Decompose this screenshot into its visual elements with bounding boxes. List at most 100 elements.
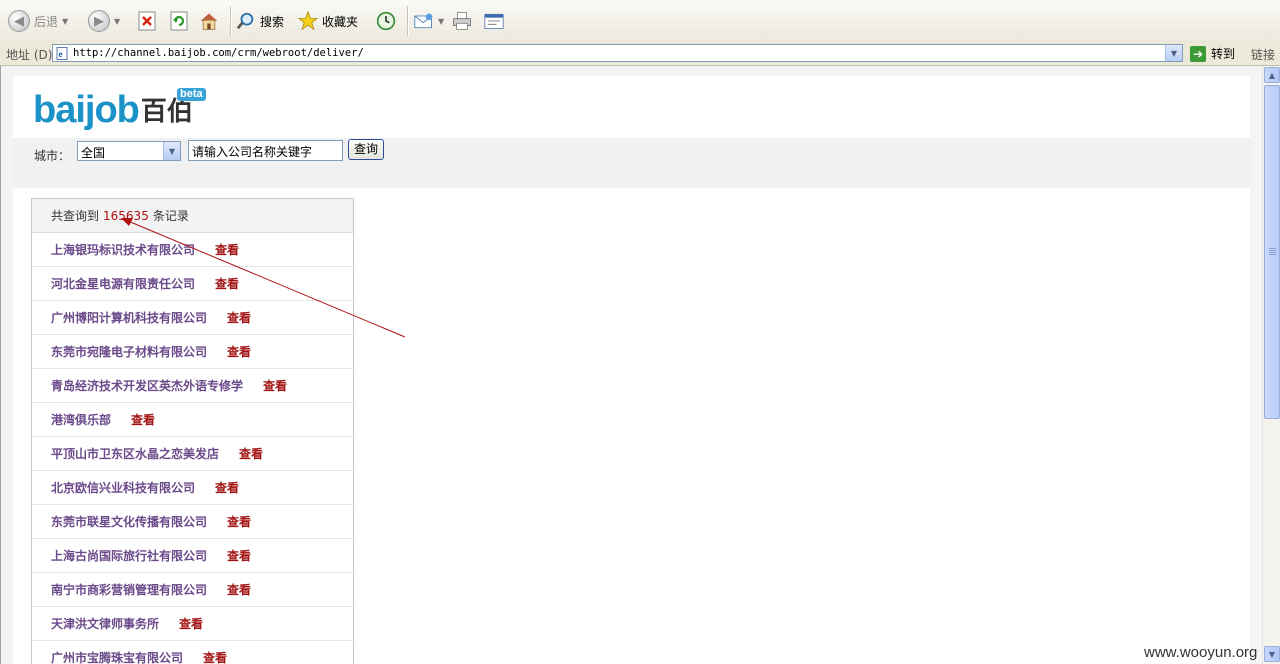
edit-button[interactable]: [484, 7, 504, 35]
company-link[interactable]: 东莞市宛隆电子材料有限公司: [51, 343, 207, 360]
back-arrow-icon: ◀: [8, 10, 30, 32]
go-label: 转到: [1211, 47, 1236, 61]
home-button[interactable]: [199, 7, 219, 35]
site-logo[interactable]: baijob 百伯 beta: [33, 86, 206, 131]
list-item: 南宁市商彩营销管理有限公司 查看: [32, 573, 353, 607]
address-label: 地址 (D): [6, 48, 53, 62]
city-select-value: 全国: [81, 146, 106, 160]
stop-icon: [137, 11, 157, 31]
company-link[interactable]: 河北金星电源有限责任公司: [51, 275, 195, 292]
company-link[interactable]: 上海银玛标识技术有限公司: [51, 241, 195, 258]
go-arrow-icon: ➔: [1190, 45, 1206, 62]
page-margin-right: [1250, 66, 1262, 664]
go-button[interactable]: ➔ 转到: [1190, 45, 1235, 62]
company-link[interactable]: 天津洪文律师事务所: [51, 615, 159, 632]
view-link[interactable]: 查看: [203, 649, 227, 664]
list-item: 上海银玛标识技术有限公司 查看: [32, 233, 353, 267]
result-count: 165635: [103, 208, 149, 223]
address-url: http://channel.baijob.com/crm/webroot/de…: [73, 47, 364, 59]
result-list: 共查询到 165635 条记录 上海银玛标识技术有限公司 查看 河北金星电源有限责任…: [31, 198, 354, 664]
links-label[interactable]: 链接: [1251, 46, 1275, 63]
result-suffix: 条记录: [152, 209, 189, 223]
company-link[interactable]: 南宁市商彩营销管理有限公司: [51, 581, 207, 598]
city-label: 城市：: [34, 149, 71, 163]
scrollbar-thumb[interactable]: [1264, 85, 1280, 419]
search-button[interactable]: 搜索: [236, 7, 284, 35]
chevron-down-icon: ▼: [163, 142, 180, 160]
page-margin-left: [1, 66, 13, 664]
stop-button[interactable]: [137, 7, 157, 35]
search-label: 搜索: [260, 14, 285, 29]
query-button[interactable]: 查询: [348, 139, 384, 160]
list-item: 广州博阳计算机科技有限公司 查看: [32, 301, 353, 335]
list-item: 青岛经济技术开发区英杰外语专修学 查看: [32, 369, 353, 403]
view-link[interactable]: 查看: [179, 615, 203, 632]
favorites-label: 收藏夹: [322, 14, 359, 29]
list-item: 广州市宝腾珠宝有限公司 查看: [32, 641, 353, 664]
view-link[interactable]: 查看: [227, 309, 251, 326]
list-item: 东莞市宛隆电子材料有限公司 查看: [32, 335, 353, 369]
view-link[interactable]: 查看: [215, 241, 239, 258]
favorites-button[interactable]: 收藏夹: [298, 7, 358, 35]
toolbar-separator: [230, 6, 232, 36]
history-icon: [376, 11, 396, 31]
view-link[interactable]: 查看: [263, 377, 287, 394]
history-button[interactable]: [376, 7, 396, 35]
address-bar: 地址 (D) e http://channel.baijob.com/crm/w…: [0, 42, 1280, 66]
result-summary: 共查询到 165635 条记录: [32, 199, 353, 233]
svg-text:e: e: [59, 49, 63, 59]
company-link[interactable]: 广州博阳计算机科技有限公司: [51, 309, 207, 326]
list-item: 平顶山市卫东区水晶之恋美发店 查看: [32, 437, 353, 471]
view-link[interactable]: 查看: [227, 581, 251, 598]
grip-icon: [1269, 248, 1276, 249]
address-input[interactable]: e http://channel.baijob.com/crm/webroot/…: [52, 44, 1183, 62]
forward-arrow-icon: ▶: [88, 10, 110, 32]
printer-icon: [452, 11, 472, 31]
view-link[interactable]: 查看: [131, 411, 155, 428]
list-item: 上海古尚国际旅行社有限公司 查看: [32, 539, 353, 573]
city-select[interactable]: 全国 ▼: [77, 141, 181, 161]
address-dropdown-icon[interactable]: ▼: [1165, 45, 1182, 61]
search-bar: 城市： 全国 ▼ 请输入公司名称关键字 查询: [13, 138, 1250, 188]
list-item: 东莞市联星文化传播有限公司 查看: [32, 505, 353, 539]
company-link[interactable]: 平顶山市卫东区水晶之恋美发店: [51, 445, 219, 462]
list-item: 天津洪文律师事务所 查看: [32, 607, 353, 641]
print-button[interactable]: [452, 7, 472, 35]
company-link[interactable]: 上海古尚国际旅行社有限公司: [51, 547, 207, 564]
view-link[interactable]: 查看: [215, 275, 239, 292]
mail-icon: [414, 11, 434, 31]
toolbar-separator: [407, 6, 409, 36]
forward-button[interactable]: ▶ ▼: [88, 7, 120, 35]
company-link[interactable]: 北京欧信兴业科技有限公司: [51, 479, 195, 496]
list-item: 河北金星电源有限责任公司 查看: [32, 267, 353, 301]
mail-dropdown-icon[interactable]: ▼: [438, 17, 444, 26]
beta-badge: beta: [177, 88, 206, 101]
forward-dropdown-icon[interactable]: ▼: [114, 17, 120, 26]
company-link[interactable]: 青岛经济技术开发区英杰外语专修学: [51, 377, 243, 394]
scroll-up-icon[interactable]: ▲: [1264, 67, 1280, 83]
view-link[interactable]: 查看: [227, 343, 251, 360]
company-link[interactable]: 东莞市联星文化传播有限公司: [51, 513, 207, 530]
back-label: 后退: [34, 14, 59, 29]
home-icon: [199, 11, 219, 31]
vertical-scrollbar[interactable]: ▲ ▼: [1262, 66, 1280, 664]
refresh-icon: [169, 11, 189, 31]
star-icon: [298, 10, 318, 31]
edit-icon: [484, 11, 504, 31]
refresh-button[interactable]: [169, 7, 189, 35]
company-link[interactable]: 广州市宝腾珠宝有限公司: [51, 649, 183, 664]
company-link[interactable]: 港湾俱乐部: [51, 411, 111, 428]
logo-text-en: baijob: [33, 89, 140, 131]
keyword-input[interactable]: 请输入公司名称关键字: [188, 140, 343, 161]
view-link[interactable]: 查看: [227, 547, 251, 564]
back-button[interactable]: ◀ 后退 ▼: [8, 7, 68, 35]
view-link[interactable]: 查看: [215, 479, 239, 496]
scroll-down-icon[interactable]: ▼: [1264, 646, 1280, 662]
page-viewport: baijob 百伯 beta 城市： 全国 ▼ 请输入公司名称关键字 查询 共查…: [0, 66, 1262, 664]
mail-button[interactable]: ▼: [414, 7, 444, 35]
view-link[interactable]: 查看: [239, 445, 263, 462]
view-link[interactable]: 查看: [227, 513, 251, 530]
list-item: 北京欧信兴业科技有限公司 查看: [32, 471, 353, 505]
back-dropdown-icon[interactable]: ▼: [62, 17, 68, 26]
search-icon: [236, 11, 256, 31]
